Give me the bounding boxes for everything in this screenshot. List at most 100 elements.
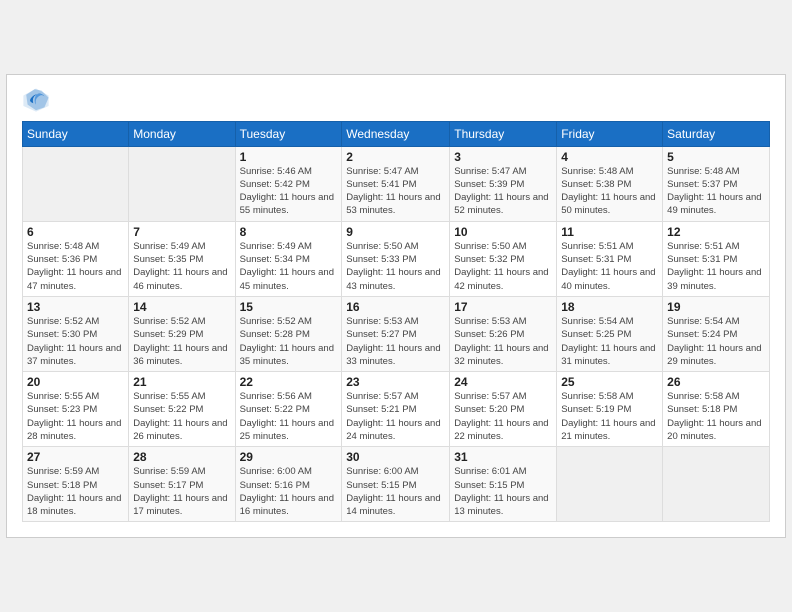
day-cell: 25Sunrise: 5:58 AM Sunset: 5:19 PM Dayli…: [557, 372, 663, 447]
day-number: 20: [27, 375, 124, 389]
day-cell: [129, 146, 235, 221]
weekday-header-row: SundayMondayTuesdayWednesdayThursdayFrid…: [23, 121, 770, 146]
day-info: Sunrise: 5:54 AM Sunset: 5:24 PM Dayligh…: [667, 315, 765, 368]
day-info: Sunrise: 5:47 AM Sunset: 5:41 PM Dayligh…: [346, 165, 445, 218]
day-info: Sunrise: 5:52 AM Sunset: 5:29 PM Dayligh…: [133, 315, 230, 368]
day-info: Sunrise: 5:48 AM Sunset: 5:38 PM Dayligh…: [561, 165, 658, 218]
day-info: Sunrise: 5:48 AM Sunset: 5:36 PM Dayligh…: [27, 240, 124, 293]
day-number: 17: [454, 300, 552, 314]
day-number: 7: [133, 225, 230, 239]
day-info: Sunrise: 5:51 AM Sunset: 5:31 PM Dayligh…: [561, 240, 658, 293]
day-info: Sunrise: 5:48 AM Sunset: 5:37 PM Dayligh…: [667, 165, 765, 218]
weekday-header-sunday: Sunday: [23, 121, 129, 146]
day-cell: 29Sunrise: 6:00 AM Sunset: 5:16 PM Dayli…: [235, 447, 342, 522]
logo: [22, 85, 54, 113]
day-cell: 15Sunrise: 5:52 AM Sunset: 5:28 PM Dayli…: [235, 296, 342, 371]
day-cell: 30Sunrise: 6:00 AM Sunset: 5:15 PM Dayli…: [342, 447, 450, 522]
day-info: Sunrise: 5:59 AM Sunset: 5:17 PM Dayligh…: [133, 465, 230, 518]
day-cell: [23, 146, 129, 221]
day-cell: 16Sunrise: 5:53 AM Sunset: 5:27 PM Dayli…: [342, 296, 450, 371]
day-info: Sunrise: 5:49 AM Sunset: 5:34 PM Dayligh…: [240, 240, 338, 293]
day-number: 3: [454, 150, 552, 164]
day-number: 25: [561, 375, 658, 389]
day-cell: 31Sunrise: 6:01 AM Sunset: 5:15 PM Dayli…: [450, 447, 557, 522]
day-number: 19: [667, 300, 765, 314]
day-cell: 1Sunrise: 5:46 AM Sunset: 5:42 PM Daylig…: [235, 146, 342, 221]
day-number: 16: [346, 300, 445, 314]
weekday-header-thursday: Thursday: [450, 121, 557, 146]
day-info: Sunrise: 5:53 AM Sunset: 5:26 PM Dayligh…: [454, 315, 552, 368]
day-cell: 14Sunrise: 5:52 AM Sunset: 5:29 PM Dayli…: [129, 296, 235, 371]
day-cell: 26Sunrise: 5:58 AM Sunset: 5:18 PM Dayli…: [663, 372, 770, 447]
day-info: Sunrise: 6:00 AM Sunset: 5:16 PM Dayligh…: [240, 465, 338, 518]
day-number: 12: [667, 225, 765, 239]
day-info: Sunrise: 5:59 AM Sunset: 5:18 PM Dayligh…: [27, 465, 124, 518]
day-cell: 22Sunrise: 5:56 AM Sunset: 5:22 PM Dayli…: [235, 372, 342, 447]
day-info: Sunrise: 5:56 AM Sunset: 5:22 PM Dayligh…: [240, 390, 338, 443]
day-number: 21: [133, 375, 230, 389]
day-number: 22: [240, 375, 338, 389]
day-cell: 8Sunrise: 5:49 AM Sunset: 5:34 PM Daylig…: [235, 221, 342, 296]
day-info: Sunrise: 5:55 AM Sunset: 5:23 PM Dayligh…: [27, 390, 124, 443]
day-cell: 4Sunrise: 5:48 AM Sunset: 5:38 PM Daylig…: [557, 146, 663, 221]
weekday-header-wednesday: Wednesday: [342, 121, 450, 146]
day-number: 4: [561, 150, 658, 164]
calendar-table: SundayMondayTuesdayWednesdayThursdayFrid…: [22, 121, 770, 523]
day-info: Sunrise: 5:57 AM Sunset: 5:20 PM Dayligh…: [454, 390, 552, 443]
day-cell: 27Sunrise: 5:59 AM Sunset: 5:18 PM Dayli…: [23, 447, 129, 522]
day-cell: 28Sunrise: 5:59 AM Sunset: 5:17 PM Dayli…: [129, 447, 235, 522]
day-number: 13: [27, 300, 124, 314]
day-info: Sunrise: 5:57 AM Sunset: 5:21 PM Dayligh…: [346, 390, 445, 443]
weekday-header-monday: Monday: [129, 121, 235, 146]
day-cell: 2Sunrise: 5:47 AM Sunset: 5:41 PM Daylig…: [342, 146, 450, 221]
day-number: 2: [346, 150, 445, 164]
day-number: 9: [346, 225, 445, 239]
day-cell: 21Sunrise: 5:55 AM Sunset: 5:22 PM Dayli…: [129, 372, 235, 447]
calendar-container: SundayMondayTuesdayWednesdayThursdayFrid…: [6, 74, 786, 539]
day-info: Sunrise: 5:49 AM Sunset: 5:35 PM Dayligh…: [133, 240, 230, 293]
day-info: Sunrise: 6:01 AM Sunset: 5:15 PM Dayligh…: [454, 465, 552, 518]
day-number: 30: [346, 450, 445, 464]
day-number: 27: [27, 450, 124, 464]
day-info: Sunrise: 5:50 AM Sunset: 5:33 PM Dayligh…: [346, 240, 445, 293]
day-cell: 20Sunrise: 5:55 AM Sunset: 5:23 PM Dayli…: [23, 372, 129, 447]
day-number: 29: [240, 450, 338, 464]
day-info: Sunrise: 5:52 AM Sunset: 5:28 PM Dayligh…: [240, 315, 338, 368]
day-cell: [557, 447, 663, 522]
day-cell: 10Sunrise: 5:50 AM Sunset: 5:32 PM Dayli…: [450, 221, 557, 296]
day-number: 1: [240, 150, 338, 164]
day-info: Sunrise: 5:50 AM Sunset: 5:32 PM Dayligh…: [454, 240, 552, 293]
day-number: 18: [561, 300, 658, 314]
week-row-2: 6Sunrise: 5:48 AM Sunset: 5:36 PM Daylig…: [23, 221, 770, 296]
week-row-5: 27Sunrise: 5:59 AM Sunset: 5:18 PM Dayli…: [23, 447, 770, 522]
week-row-4: 20Sunrise: 5:55 AM Sunset: 5:23 PM Dayli…: [23, 372, 770, 447]
day-cell: 6Sunrise: 5:48 AM Sunset: 5:36 PM Daylig…: [23, 221, 129, 296]
day-info: Sunrise: 5:46 AM Sunset: 5:42 PM Dayligh…: [240, 165, 338, 218]
day-number: 11: [561, 225, 658, 239]
day-cell: 19Sunrise: 5:54 AM Sunset: 5:24 PM Dayli…: [663, 296, 770, 371]
day-number: 24: [454, 375, 552, 389]
day-info: Sunrise: 5:52 AM Sunset: 5:30 PM Dayligh…: [27, 315, 124, 368]
day-number: 26: [667, 375, 765, 389]
day-number: 6: [27, 225, 124, 239]
day-number: 8: [240, 225, 338, 239]
day-info: Sunrise: 5:55 AM Sunset: 5:22 PM Dayligh…: [133, 390, 230, 443]
day-number: 14: [133, 300, 230, 314]
day-cell: 23Sunrise: 5:57 AM Sunset: 5:21 PM Dayli…: [342, 372, 450, 447]
day-number: 23: [346, 375, 445, 389]
weekday-header-tuesday: Tuesday: [235, 121, 342, 146]
day-info: Sunrise: 5:58 AM Sunset: 5:18 PM Dayligh…: [667, 390, 765, 443]
day-number: 10: [454, 225, 552, 239]
day-cell: 3Sunrise: 5:47 AM Sunset: 5:39 PM Daylig…: [450, 146, 557, 221]
day-info: Sunrise: 5:53 AM Sunset: 5:27 PM Dayligh…: [346, 315, 445, 368]
day-number: 15: [240, 300, 338, 314]
day-cell: 11Sunrise: 5:51 AM Sunset: 5:31 PM Dayli…: [557, 221, 663, 296]
day-number: 31: [454, 450, 552, 464]
logo-icon: [22, 85, 50, 113]
day-cell: 18Sunrise: 5:54 AM Sunset: 5:25 PM Dayli…: [557, 296, 663, 371]
week-row-1: 1Sunrise: 5:46 AM Sunset: 5:42 PM Daylig…: [23, 146, 770, 221]
weekday-header-saturday: Saturday: [663, 121, 770, 146]
day-cell: 7Sunrise: 5:49 AM Sunset: 5:35 PM Daylig…: [129, 221, 235, 296]
day-number: 28: [133, 450, 230, 464]
week-row-3: 13Sunrise: 5:52 AM Sunset: 5:30 PM Dayli…: [23, 296, 770, 371]
